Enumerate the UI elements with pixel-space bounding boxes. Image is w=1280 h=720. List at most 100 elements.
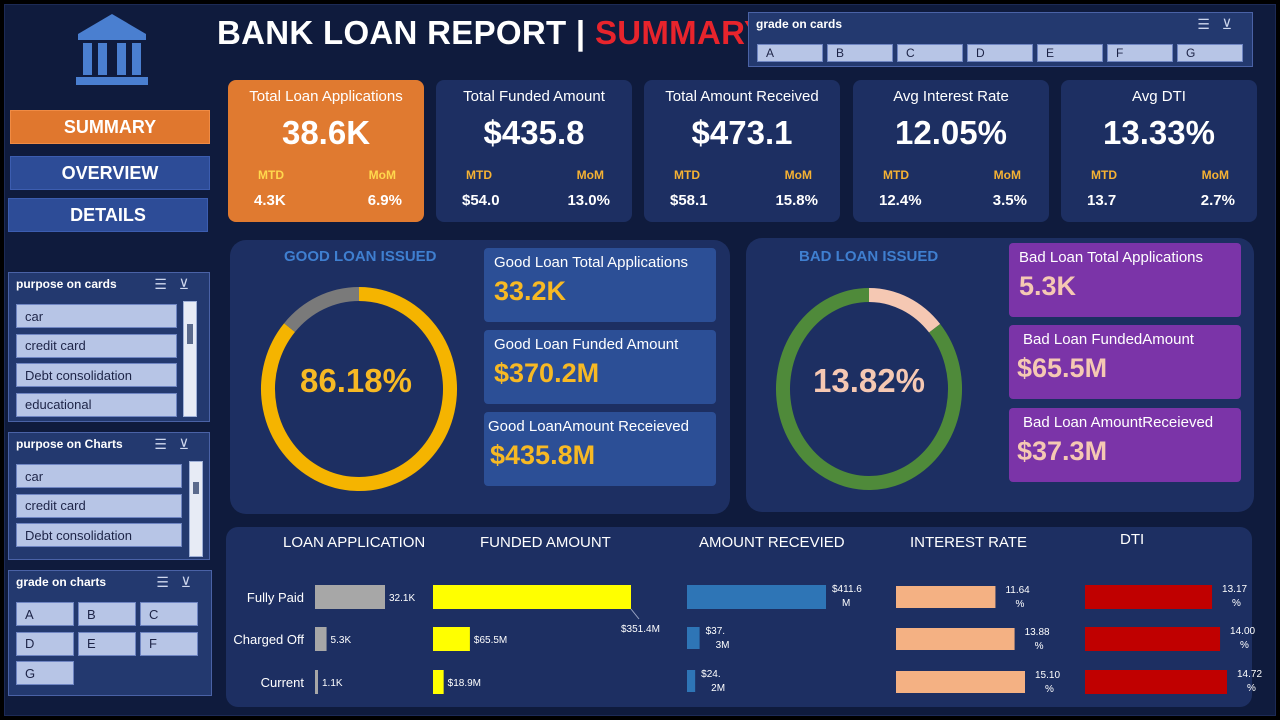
slicer-title: purpose on cards <box>16 277 117 291</box>
purpose-charts-slicer[interactable]: purpose on Charts ☰⊻ car credit card Debt … <box>8 432 210 560</box>
purpose-chip[interactable]: credit card <box>16 333 177 358</box>
purpose-chip[interactable]: car <box>16 304 177 328</box>
kpi-card: Avg DTI 13.33% MTD MoM 13.7 2.7% <box>1061 80 1257 222</box>
scroll-thumb[interactable] <box>193 482 199 494</box>
good-loan-apps-card: Good Loan Total Applications 33.2K <box>484 248 716 322</box>
kpi-value: 38.6K <box>281 114 371 151</box>
card-value: 33.2K <box>494 276 567 306</box>
purpose-cards-slicer[interactable]: purpose on cards ☰⊻ car credit card Debt c… <box>8 272 210 422</box>
grade-chip[interactable]: B <box>827 44 893 62</box>
page-title: BANK LOAN REPORT | SUMMARY <box>217 14 767 51</box>
slicer-title: grade on charts <box>16 575 107 589</box>
purpose-chip[interactable]: educational <box>16 392 177 417</box>
card-value: $65.5M <box>1017 353 1108 383</box>
grade-chip[interactable]: C <box>140 602 198 626</box>
slicer-toolbar: ☰⊻ <box>1197 16 1244 33</box>
kpi-mom-value: 2.7% <box>1200 192 1235 209</box>
card-label: Bad Loan Total Applications <box>1019 249 1204 266</box>
kpi-mtd-label: MTD <box>883 168 909 182</box>
good-loan-title: GOOD LOAN ISSUED <box>284 248 437 265</box>
purpose-chip[interactable]: credit card <box>16 493 182 518</box>
grade-cards-slicer[interactable]: grade on cards ☰⊻ ABCDEFG <box>748 12 1253 67</box>
donut-remainder-arc <box>284 287 360 333</box>
kpi-mtd-label: MTD <box>1091 168 1117 182</box>
clear-filter-icon[interactable]: ⊻ <box>179 436 201 452</box>
multi-select-icon[interactable]: ☰ <box>1197 16 1222 32</box>
card-label: Bad Loan AmountReceieved <box>1023 414 1214 431</box>
multi-select-icon[interactable]: ☰ <box>156 574 181 590</box>
multi-select-icon[interactable]: ☰ <box>154 276 179 292</box>
kpi-mom-label: MoM <box>368 168 396 182</box>
scroll-thumb[interactable] <box>187 324 193 344</box>
kpi-mtd-value: 4.3K <box>254 192 286 209</box>
card-label: Good Loan Funded Amount <box>494 336 679 353</box>
good-loan-funded-card: Good Loan Funded Amount $370.2M <box>484 330 716 404</box>
card-label: Good Loan Total Applications <box>494 254 689 271</box>
kpi-mom-value: 3.5% <box>992 192 1027 209</box>
card-value: $370.2M <box>494 358 600 388</box>
grade-chip[interactable]: E <box>1037 44 1103 62</box>
purpose-chip[interactable]: Debt consolidation <box>16 523 182 547</box>
chart-title: LOAN APPLICATION <box>283 534 426 551</box>
card-value: $37.3M <box>1017 436 1108 466</box>
card-label: Good LoanAmount Receieved <box>488 418 689 435</box>
kpi-card: Total Funded Amount $435.8 MTD MoM $54.0 13.0… <box>436 80 632 222</box>
grade-chip[interactable]: A <box>757 44 823 62</box>
kpi-label: Total Amount Received <box>665 88 819 105</box>
chart-title: FUNDED AMOUNT <box>480 534 611 551</box>
grade-chip[interactable]: A <box>16 602 74 626</box>
kpi-card: Avg Interest Rate 12.05% MTD MoM 12.4% 3.5% <box>853 80 1049 222</box>
kpi-label: Total Loan Applications <box>249 88 403 105</box>
grade-chip[interactable]: B <box>78 602 136 626</box>
purpose-chip[interactable]: Debt consolidation <box>16 363 177 387</box>
slicer-toolbar: ☰⊻ <box>154 276 201 293</box>
kpi-mtd-value: $58.1 <box>670 192 708 209</box>
grade-chip[interactable]: F <box>140 631 198 656</box>
multi-select-icon[interactable]: ☰ <box>154 436 179 452</box>
row-label: Fully Paid <box>246 590 304 605</box>
grade-chip[interactable]: D <box>16 631 74 656</box>
grade-chip[interactable]: G <box>16 661 74 685</box>
kpi-mtd-value: $54.0 <box>462 192 500 209</box>
card-value: $435.8M <box>490 440 596 470</box>
grade-chip[interactable]: C <box>897 44 963 62</box>
slicer-toolbar: ☰⊻ <box>156 574 203 591</box>
nav-summary-button[interactable]: SUMMARY <box>10 110 210 144</box>
scrollbar[interactable] <box>189 461 203 557</box>
grade-chip[interactable]: D <box>967 44 1033 62</box>
kpi-mom-label: MoM <box>1201 168 1229 182</box>
good-loan-received-card: Good LoanAmount Receieved $435.8M <box>484 412 716 486</box>
scrollbar[interactable] <box>183 301 197 417</box>
kpi-mtd-value: 12.4% <box>879 192 922 209</box>
bad-loan-apps-card: Bad Loan Total Applications 5.3K <box>1009 243 1241 317</box>
row-label: Charged Off <box>233 632 304 647</box>
chart-title: DTI <box>1120 531 1145 548</box>
clear-filter-icon[interactable]: ⊻ <box>179 276 201 292</box>
nav-overview-button[interactable]: OVERVIEW <box>10 156 210 190</box>
kpi-mtd-label: MTD <box>466 168 492 182</box>
kpi-value: $435.8 <box>483 114 585 151</box>
grade-chip[interactable]: G <box>1177 44 1243 62</box>
grade-charts-slicer[interactable]: grade on charts ☰⊻ ABC DEF G <box>8 570 212 696</box>
nav-details-button[interactable]: DETAILS <box>8 198 208 232</box>
bad-loan-received-card: Bad Loan AmountReceieved $37.3M <box>1009 408 1241 482</box>
purpose-chip[interactable]: car <box>16 464 182 488</box>
good-loan-percent: 86.18% <box>300 362 412 399</box>
kpi-mom-label: MoM <box>576 168 604 182</box>
slicer-title: purpose on Charts <box>16 437 123 451</box>
kpi-mom-label: MoM <box>993 168 1021 182</box>
kpi-mom-value: 15.8% <box>775 192 818 209</box>
clear-filter-icon[interactable]: ⊻ <box>1222 16 1244 32</box>
kpi-mom-value: 13.0% <box>567 192 610 209</box>
status-charts-panel <box>226 527 1252 707</box>
kpi-card: Total Loan Applications 38.6K MTD MoM 4.3K 6.… <box>228 80 424 222</box>
grade-chip[interactable]: E <box>78 631 136 656</box>
kpi-mom-label: MoM <box>784 168 812 182</box>
clear-filter-icon[interactable]: ⊻ <box>181 574 203 590</box>
grade-chip[interactable]: F <box>1107 44 1173 62</box>
bad-loan-title: BAD LOAN ISSUED <box>799 248 939 265</box>
card-label: Bad Loan FundedAmount <box>1023 331 1194 348</box>
kpi-label: Avg Interest Rate <box>893 88 1009 105</box>
bank-icon <box>76 14 148 85</box>
card-value: 5.3K <box>1019 271 1077 301</box>
